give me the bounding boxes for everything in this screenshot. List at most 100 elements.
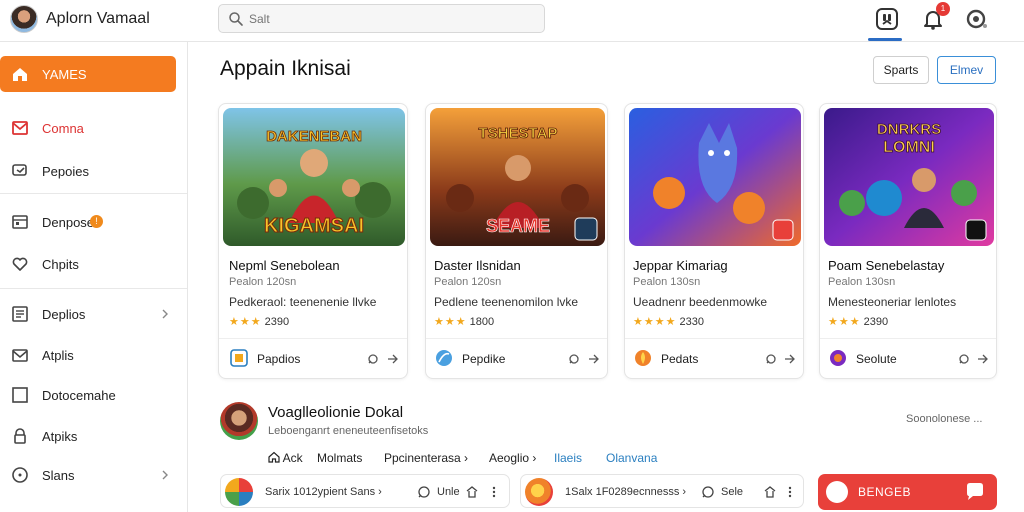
card-subtitle: Pealon 130sn	[828, 276, 896, 288]
tag-label: Ack	[282, 451, 303, 465]
content-row-card[interactable]: 1Salx 1F0289ecnnesss › Sele	[520, 474, 804, 508]
sidebar-divider	[0, 288, 187, 289]
card-action-label[interactable]: Pepdike	[462, 352, 505, 366]
card-description: Ueadnenr beedenmowke	[633, 295, 768, 309]
content-row-text: 1Salx 1F0289ecnnesss ›	[565, 486, 687, 498]
sidebar-item-dotocemahe[interactable]: Dotocemahe	[0, 377, 188, 413]
sidebar-item-label: Denpose	[42, 214, 95, 230]
game-art[interactable]: DNRKRS LOMNI	[824, 108, 994, 246]
card-action-label[interactable]: Papdios	[257, 352, 300, 366]
tag-aeoglio[interactable]: Aeoglio ›	[489, 451, 536, 465]
card-rating: ★★★ 2390	[229, 315, 289, 328]
content-row-action[interactable]: Sele	[721, 486, 743, 498]
sidebar-item-label: Chpits	[42, 256, 79, 272]
search-input[interactable]	[249, 9, 529, 29]
tag-ppcinenterasa[interactable]: Ppcinenterasa ›	[384, 451, 468, 465]
notification-badge: 1	[936, 2, 950, 16]
game-card[interactable]: DAKENEBAN KIGAMSAI Nepml Senebolean Peal…	[218, 103, 408, 379]
document-icon	[12, 306, 28, 322]
top-bar: Aplorn Vamaal 1	[0, 0, 1024, 42]
card-description: Pedkeraol: teenenenie llvke	[229, 295, 377, 309]
sidebar-item-label: Comna	[42, 120, 84, 136]
game-art[interactable]	[629, 108, 801, 246]
card-action-label[interactable]: Seolute	[856, 352, 897, 366]
heart-icon	[12, 257, 28, 271]
tag-molmats[interactable]: Molmats	[317, 451, 362, 465]
card-divider	[625, 338, 803, 339]
game-art-title: DNRKRS	[877, 121, 941, 138]
card-title: Jeppar Kimariag	[633, 258, 728, 273]
cta-logo-icon	[826, 481, 848, 503]
profile-subtitle: Leboenganrt eneneuteenfisetoks	[268, 425, 429, 437]
sidebar-item-comna[interactable]: Comna	[0, 110, 188, 146]
sidebar-item-label: Atplis	[42, 347, 74, 363]
chevron-right-icon	[162, 309, 168, 319]
star-rating: ★★★	[229, 316, 262, 328]
sidebar: YAMES Comna Pepoies Denpose ! Chpits Dep…	[0, 42, 188, 512]
more-icon[interactable]	[487, 485, 501, 499]
tag-ack[interactable]: Ack	[268, 451, 303, 465]
arrow-right-icon[interactable]	[387, 353, 399, 365]
content-row-text: Sarix 1012ypient Sans ›	[265, 486, 382, 498]
upload-icon[interactable]	[763, 485, 777, 499]
content-row-action[interactable]: Unle	[437, 486, 460, 498]
game-card[interactable]: Jeppar Kimariag Pealon 130sn Ueadnenr be…	[624, 103, 804, 379]
sidebar-item-deplios[interactable]: Deplios	[0, 296, 188, 332]
sidebar-item-yames[interactable]: YAMES	[0, 56, 176, 92]
content-row-card[interactable]: Sarix 1012ypient Sans › Unle	[220, 474, 510, 508]
mail-icon	[12, 121, 28, 135]
sidebar-item-label: Dotocemahe	[42, 387, 116, 403]
sidebar-divider	[0, 193, 187, 194]
card-divider	[426, 338, 607, 339]
card-action-label[interactable]: Pedats	[661, 352, 698, 366]
app-avatar[interactable]	[10, 5, 38, 33]
game-card[interactable]: TSHESTAP SEAME Daster Ilsnidan Pealon 12…	[425, 103, 608, 379]
arrow-right-icon[interactable]	[784, 353, 796, 365]
upload-icon[interactable]	[465, 485, 479, 499]
sidebar-item-slans[interactable]: Slans	[0, 457, 188, 493]
profile-avatar[interactable]	[220, 402, 258, 440]
card-description: Pedlene teenenomilon lvke	[434, 295, 579, 309]
arrow-right-icon[interactable]	[977, 353, 989, 365]
cta-button[interactable]: BENGEB	[818, 474, 997, 510]
sidebar-item-atplis[interactable]: Atplis	[0, 337, 188, 373]
profile-meta[interactable]: Soonolonese ...	[906, 413, 982, 425]
game-art-subtitle: KIGAMSAI	[264, 215, 364, 237]
sports-button[interactable]: Sparts	[873, 56, 929, 84]
more-icon[interactable]	[783, 485, 797, 499]
sidebar-item-label: Pepoies	[42, 163, 89, 179]
game-art[interactable]: TSHESTAP SEAME	[430, 108, 605, 246]
calendar-icon	[12, 215, 28, 229]
sidebar-item-pepoies[interactable]: Pepoies	[0, 153, 188, 189]
share-icon[interactable]	[568, 353, 580, 365]
clock-icon	[12, 467, 28, 483]
sidebar-item-denpose[interactable]: Denpose !	[0, 204, 188, 240]
elmov-button[interactable]: Elmev	[937, 56, 996, 84]
sidebar-item-atpiks[interactable]: Atpiks	[0, 418, 188, 454]
settings-icon[interactable]	[964, 6, 990, 32]
lock-icon	[14, 428, 26, 444]
arrow-right-icon[interactable]	[588, 353, 600, 365]
card-subtitle: Pealon 120sn	[434, 276, 502, 288]
share-icon[interactable]	[765, 353, 777, 365]
page-title: Appain Iknisai	[220, 57, 351, 80]
card-subtitle: Pealon 130sn	[633, 276, 701, 288]
search-box[interactable]	[218, 4, 545, 33]
cta-label: BENGEB	[858, 485, 912, 499]
tag-ilaeis[interactable]: Ilaeis	[554, 451, 582, 465]
share-icon[interactable]	[367, 353, 379, 365]
tag-olanvana[interactable]: Olanvana	[606, 451, 657, 465]
card-title: Nepml Senebolean	[229, 258, 340, 273]
flame-icon	[635, 350, 651, 366]
comment-icon[interactable]	[417, 485, 431, 499]
star-rating: ★★★	[434, 316, 467, 328]
comment-icon[interactable]	[701, 485, 715, 499]
discord-icon[interactable]	[874, 6, 900, 32]
game-card[interactable]: DNRKRS LOMNI Poam Senebelastay Pealon 13…	[819, 103, 997, 379]
game-art[interactable]: DAKENEBAN KIGAMSAI	[223, 108, 405, 246]
sidebar-item-chpits[interactable]: Chpits	[0, 246, 188, 282]
share-icon[interactable]	[958, 353, 970, 365]
active-tab-indicator	[868, 38, 902, 41]
chevron-right-icon	[162, 470, 168, 480]
app-title: Aplorn Vamaal	[46, 10, 150, 27]
